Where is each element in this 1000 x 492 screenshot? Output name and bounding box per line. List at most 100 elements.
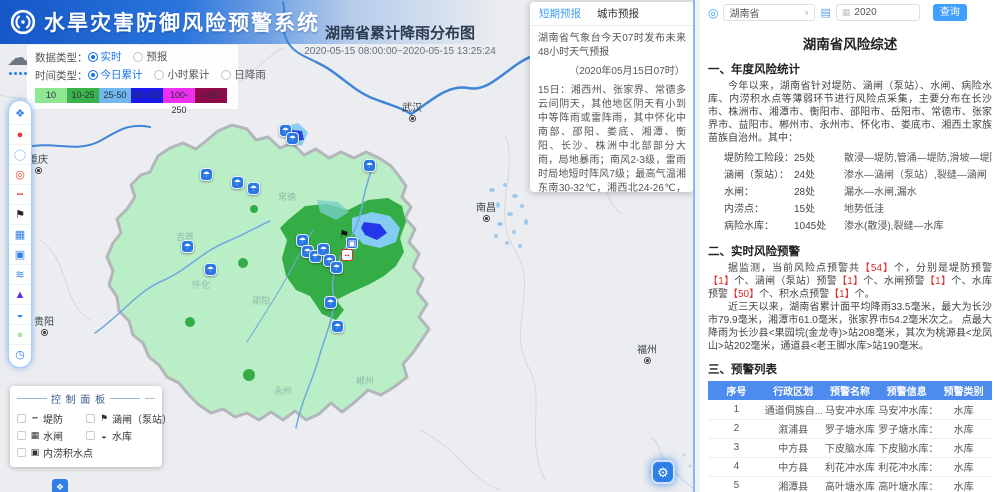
layer-type-icon: ▦ — [29, 430, 41, 441]
forecast-headline: 湖南省气象台今天07时发布未来48小时天气预报 — [538, 32, 686, 60]
layer-checkbox-item[interactable]: ▣ 内涝积水点 — [17, 444, 86, 461]
district-label: 邵阳 — [252, 294, 270, 307]
city-label: 福州 — [637, 345, 657, 364]
rain-station-icon[interactable]: ☂ — [331, 320, 344, 333]
calendar-icon: ▤ — [820, 6, 830, 19]
city-dot — [41, 329, 48, 336]
rain-station-icon[interactable]: ☂ — [181, 240, 194, 253]
toolbar-icon[interactable]: ◷ — [9, 344, 31, 364]
forecast-tabs: 短期预报 城市预报 — [530, 2, 694, 26]
paragraph-segment: 【1】 — [708, 276, 734, 287]
layer-checkbox-item[interactable]: ┅ 堤防 — [17, 410, 86, 427]
toolbar-icon[interactable]: ▣ — [9, 244, 31, 264]
paragraph-segment: 个，分别是堤防预警 — [894, 263, 992, 274]
risk-stat-row: 水闸： 28处 漏水—水闸,漏水 — [708, 184, 992, 201]
toolbar-icon[interactable]: ⚑ — [9, 204, 31, 224]
rain-station-icon[interactable]: ☂ — [330, 261, 343, 274]
panel-divider — [693, 0, 700, 492]
checkbox-icon[interactable] — [17, 448, 26, 457]
toolbar-icon[interactable]: ◎ — [9, 164, 31, 184]
map-tool-button[interactable]: ❖ — [52, 479, 68, 492]
layer-checkbox-item[interactable]: ▦ 水闸 — [17, 427, 86, 444]
rain-station-icon[interactable]: ☂ — [200, 168, 213, 181]
control-panel-minimize-button[interactable]: — — [145, 393, 155, 404]
layer-type-icon: ⚑ — [98, 413, 110, 424]
time-type-radio[interactable]: 小时累计 — [154, 67, 209, 82]
radio-icon — [133, 52, 143, 62]
rain-station-icon[interactable]: ☂ — [231, 176, 244, 189]
city-dot — [409, 115, 416, 122]
section2-heading: 二、实时风险预警 — [708, 243, 992, 259]
rain-drops-icon — [9, 72, 27, 75]
risk-stat-row: 堤防险工险段： 25处 散浸—堤防,管涌—堤防,滑坡—堤防,... — [708, 150, 992, 167]
checkbox-icon[interactable] — [17, 414, 26, 423]
toolbar-icon[interactable]: ┅ — [9, 184, 31, 204]
layer-checkbox-item[interactable]: ◒ 水库 — [86, 427, 155, 444]
paragraph-segment: 个、积水点预警 — [759, 289, 829, 300]
paragraph-segment: 【50】 — [728, 289, 759, 300]
region-select[interactable]: 湖南省 ∨ — [723, 4, 815, 21]
forecast-tab[interactable]: 城市预报 — [597, 6, 639, 21]
time-type-radio[interactable]: 今日累计 — [88, 67, 143, 82]
risk-stat-row: 涵闸（泵站）： 24处 渗水—涵闸（泵站）,裂缝—涵闸（... — [708, 167, 992, 184]
chevron-down-icon: ∨ — [804, 8, 810, 17]
checkbox-icon[interactable] — [17, 431, 26, 440]
checkbox-icon[interactable] — [86, 431, 95, 440]
query-button[interactable]: 查询 — [933, 4, 967, 21]
table-row[interactable]: 4 中方县 利花冲水库 利花冲水库：2020-... 水库 — [708, 457, 992, 476]
mini-calendar-icon: ▦ — [842, 7, 851, 18]
app-window: 武汉 重庆 贵阳 南昌 福州 — [0, 0, 1000, 492]
rain-station-icon[interactable]: ☂ — [286, 132, 299, 145]
district-label: 郴州 — [356, 374, 374, 387]
toolbar-icon[interactable]: ▦ — [9, 224, 31, 244]
data-type-radio[interactable]: 预报 — [133, 49, 167, 64]
toolbar-icon[interactable]: ◯ — [9, 144, 31, 164]
radio-icon — [88, 70, 98, 80]
toolbar-icon[interactable]: ● — [9, 324, 31, 344]
toolbar-icon[interactable]: ≋ — [9, 264, 31, 284]
table-row[interactable]: 3 中方县 下皮脑水库 下皮脑水库：2020-... 水库 — [708, 438, 992, 457]
paragraph-segment: 个、涵闸（泵站）预警 — [734, 276, 837, 287]
map-date-range: 2020-05-15 08:00:00~2020-05-15 13:25:24 — [270, 46, 530, 57]
time-type-radio[interactable]: 日降雨 — [221, 67, 266, 82]
rain-station-icon[interactable]: ☂ — [324, 296, 337, 309]
map-settings-button[interactable]: ⚙ — [651, 460, 675, 484]
city-label: 贵阳 — [34, 317, 54, 336]
legend-swatch: 100-250 — [163, 88, 195, 103]
data-type-radio[interactable]: 实时 — [88, 49, 122, 64]
risk-stats-list: 堤防险工险段： 25处 散浸—堤防,管涌—堤防,滑坡—堤防,... 涵闸（泵站）… — [708, 150, 992, 235]
legend-swatch: >250 — [195, 88, 227, 103]
paragraph-segment: 【1】 — [925, 276, 951, 287]
forecast-detail: 15日：湘西州、张家界、常德多云间阴天，其他地区阴天有小到中等阵雨或雷阵雨，其中… — [538, 84, 686, 192]
risk-marker-icon[interactable]: ┅ — [341, 249, 353, 261]
forecast-tab[interactable]: 短期预报 — [539, 6, 581, 21]
radio-icon — [88, 52, 98, 62]
section1-heading: 一、年度风险统计 — [708, 61, 992, 77]
table-row[interactable]: 2 溆浦县 罗子塘水库 罗子塘水库：2020-... 水库 — [708, 419, 992, 438]
toolbar-icon[interactable]: ❖ — [9, 104, 31, 124]
table-row[interactable]: 1 通道侗族自... 马安冲水库 马安冲水库：2020-... 水库 — [708, 400, 992, 419]
year-input-wrapper: ▦ — [836, 4, 920, 21]
city-label: 南昌 — [476, 203, 496, 222]
checkbox-icon[interactable] — [86, 414, 95, 423]
section3-heading: 三、预警列表 — [708, 361, 992, 377]
time-type-label: 时间类型： — [35, 68, 88, 83]
toolbar-icon[interactable]: ● — [9, 124, 31, 144]
table-row[interactable]: 5 湘潭县 高叶塘水库 高叶塘水库：2020-... 水库 — [708, 476, 992, 492]
warning-table-header: 序号行政区划预警名称预警信息预警类别 — [708, 381, 992, 400]
rain-cloud-icon: ☁ — [7, 45, 29, 71]
toolbar-icon[interactable]: ◒ — [9, 304, 31, 324]
rain-station-icon[interactable]: ☂ — [247, 182, 260, 195]
table-header-cell: 预警信息 — [878, 381, 935, 400]
layer-checkbox-item[interactable]: ⚑ 涵闸（泵站） — [86, 410, 155, 427]
table-header-cell: 序号 — [708, 381, 765, 400]
city-label: 武汉 — [402, 103, 422, 122]
year-input[interactable] — [854, 7, 904, 18]
rain-station-icon[interactable]: ☂ — [204, 263, 217, 276]
paragraph-segment: 【1】 — [829, 289, 855, 300]
rain-station-icon[interactable]: ☂ — [363, 159, 376, 172]
forecast-issue-time: （2020年05月15日07时） — [538, 65, 686, 79]
risk-marker-icon[interactable]: ▣ — [346, 237, 358, 249]
toolbar-icon[interactable]: ▲ — [9, 284, 31, 304]
risk-stat-row: 病险水库： 1045处 渗水(散浸),裂缝—水库 — [708, 218, 992, 235]
